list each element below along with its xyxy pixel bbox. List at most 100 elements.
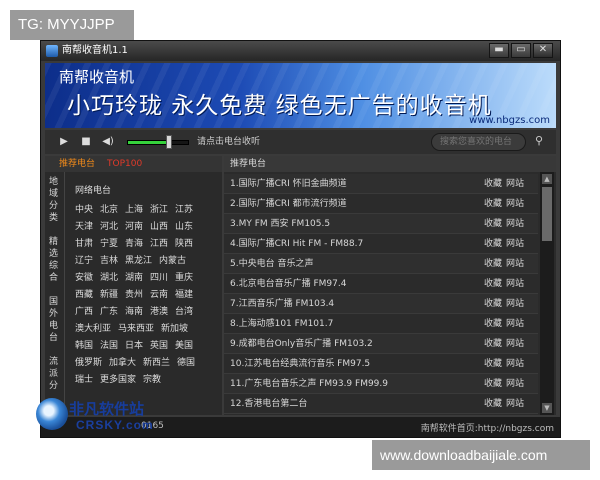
region-link[interactable]: 贵州 xyxy=(125,287,143,300)
region-link[interactable]: 浙江 xyxy=(150,202,168,215)
region-link[interactable]: 海南 xyxy=(125,304,143,317)
region-link[interactable]: 辽宁 xyxy=(75,253,93,266)
website-link[interactable]: 网站 xyxy=(506,358,524,370)
favorite-link[interactable]: 收藏 xyxy=(484,198,502,210)
favorite-link[interactable]: 收藏 xyxy=(484,258,502,270)
region-link[interactable]: 天津 xyxy=(75,219,93,232)
website-link[interactable]: 网站 xyxy=(506,198,524,210)
favorite-link[interactable]: 收藏 xyxy=(484,378,502,390)
region-link[interactable]: 美国 xyxy=(175,338,193,351)
scroll-up-icon[interactable]: ▲ xyxy=(542,174,552,184)
favorite-link[interactable]: 收藏 xyxy=(484,318,502,330)
region-link[interactable]: 安徽 xyxy=(75,270,93,283)
search-icon[interactable]: ⚲ xyxy=(532,134,546,148)
maximize-button[interactable]: ▭ xyxy=(511,43,531,58)
region-link[interactable]: 吉林 xyxy=(100,253,118,266)
region-link[interactable]: 韩国 xyxy=(75,338,93,351)
region-link[interactable]: 澳大利亚 xyxy=(75,321,111,334)
status-homepage[interactable]: 南帮软件首页:http://nbgzs.com xyxy=(421,421,554,434)
title-bar[interactable]: 南帮收音机1.1 ▬ ▭ ✕ xyxy=(41,41,560,61)
region-link[interactable]: 广西 xyxy=(75,304,93,317)
region-link[interactable]: 宁夏 xyxy=(100,236,118,249)
volume-knob[interactable] xyxy=(166,135,172,149)
region-link[interactable]: 云南 xyxy=(150,287,168,300)
station-row[interactable]: 10.江苏电台经典流行音乐 FM97.5 收藏 网站 xyxy=(224,354,538,374)
station-row[interactable]: 12.香港电台第二台 收藏 网站 xyxy=(224,394,538,414)
region-link[interactable]: 广东 xyxy=(100,304,118,317)
region-link[interactable]: 山西 xyxy=(150,219,168,232)
website-link[interactable]: 网站 xyxy=(506,378,524,390)
website-link[interactable]: 网站 xyxy=(506,258,524,270)
website-link[interactable]: 网站 xyxy=(506,238,524,250)
region-link[interactable]: 新西兰 xyxy=(143,355,170,368)
region-link[interactable]: 马来西亚 xyxy=(118,321,154,334)
region-link[interactable]: 江苏 xyxy=(175,202,193,215)
region-link[interactable]: 青海 xyxy=(125,236,143,249)
station-row[interactable]: 3.MY FM 西安 FM105.5 收藏 网站 xyxy=(224,214,538,234)
category-region[interactable]: 地域分类 xyxy=(45,176,63,234)
region-link[interactable]: 瑞士 xyxy=(75,372,93,385)
station-row[interactable]: 8.上海动感101 FM101.7 收藏 网站 xyxy=(224,314,538,334)
website-link[interactable]: 网站 xyxy=(506,178,524,190)
region-link[interactable]: 甘肃 xyxy=(75,236,93,249)
station-row[interactable]: 6.北京电台音乐广播 FM97.4 收藏 网站 xyxy=(224,274,538,294)
website-link[interactable]: 网站 xyxy=(506,318,524,330)
scroll-down-icon[interactable]: ▼ xyxy=(542,403,552,413)
station-row[interactable]: 9.成都电台Only音乐广播 FM103.2 收藏 网站 xyxy=(224,334,538,354)
station-row[interactable]: 7.江西音乐广播 FM103.4 收藏 网站 xyxy=(224,294,538,314)
region-link[interactable]: 黑龙江 xyxy=(125,253,152,266)
minimize-button[interactable]: ▬ xyxy=(489,43,509,58)
region-link[interactable]: 福建 xyxy=(175,287,193,300)
favorite-link[interactable]: 收藏 xyxy=(484,218,502,230)
volume-slider[interactable] xyxy=(127,140,189,145)
region-link[interactable]: 江西 xyxy=(150,236,168,249)
region-link[interactable]: 上海 xyxy=(125,202,143,215)
favorite-link[interactable]: 收藏 xyxy=(484,278,502,290)
region-link[interactable]: 湖南 xyxy=(125,270,143,283)
station-search-input[interactable] xyxy=(431,133,526,151)
region-link[interactable]: 山东 xyxy=(175,219,193,232)
region-link[interactable]: 内蒙古 xyxy=(159,253,186,266)
stop-icon[interactable]: ■ xyxy=(79,135,93,149)
region-link[interactable]: 四川 xyxy=(150,270,168,283)
scrollbar[interactable]: ▲ ▼ xyxy=(540,172,554,415)
station-row[interactable]: 4.国际广播CRI Hit FM - FM88.7 收藏 网站 xyxy=(224,234,538,254)
region-link[interactable]: 俄罗斯 xyxy=(75,355,102,368)
region-link[interactable]: 加拿大 xyxy=(109,355,136,368)
region-link[interactable]: 宗教 xyxy=(143,372,161,385)
region-link[interactable]: 西藏 xyxy=(75,287,93,300)
favorite-link[interactable]: 收藏 xyxy=(484,398,502,410)
category-foreign[interactable]: 国外电台 xyxy=(45,296,63,354)
region-link[interactable]: 台湾 xyxy=(175,304,193,317)
website-link[interactable]: 网站 xyxy=(506,218,524,230)
region-link[interactable]: 陕西 xyxy=(175,236,193,249)
region-link[interactable]: 河北 xyxy=(100,219,118,232)
favorite-link[interactable]: 收藏 xyxy=(484,338,502,350)
region-link[interactable]: 日本 xyxy=(125,338,143,351)
station-row[interactable]: 2.国际广播CRI 都市流行频道 收藏 网站 xyxy=(224,194,538,214)
region-link[interactable]: 新加坡 xyxy=(161,321,188,334)
region-link[interactable]: 德国 xyxy=(177,355,195,368)
region-link[interactable]: 河南 xyxy=(125,219,143,232)
tab-top100[interactable]: TOP100 xyxy=(107,158,142,170)
station-row[interactable]: 1.国际广播CRI 怀旧金曲频道 收藏 网站 xyxy=(224,174,538,194)
region-link[interactable]: 重庆 xyxy=(175,270,193,283)
favorite-link[interactable]: 收藏 xyxy=(484,298,502,310)
region-link[interactable]: 北京 xyxy=(100,202,118,215)
region-link[interactable]: 湖北 xyxy=(100,270,118,283)
region-link[interactable]: 港澳 xyxy=(150,304,168,317)
favorite-link[interactable]: 收藏 xyxy=(484,238,502,250)
region-link[interactable]: 英国 xyxy=(150,338,168,351)
play-icon[interactable]: ▶ xyxy=(57,135,71,149)
speaker-icon[interactable]: ◀) xyxy=(101,135,115,149)
website-link[interactable]: 网站 xyxy=(506,398,524,410)
station-row[interactable]: 5.中央电台 音乐之声 收藏 网站 xyxy=(224,254,538,274)
tab-recommended[interactable]: 推荐电台 xyxy=(59,158,95,170)
website-link[interactable]: 网站 xyxy=(506,298,524,310)
region-link[interactable]: 更多国家 xyxy=(100,372,136,385)
station-row[interactable]: 11.广东电台音乐之声 FM93.9 FM99.9 收藏 网站 xyxy=(224,374,538,394)
website-link[interactable]: 网站 xyxy=(506,338,524,350)
region-link[interactable]: 法国 xyxy=(100,338,118,351)
favorite-link[interactable]: 收藏 xyxy=(484,178,502,190)
favorite-link[interactable]: 收藏 xyxy=(484,358,502,370)
